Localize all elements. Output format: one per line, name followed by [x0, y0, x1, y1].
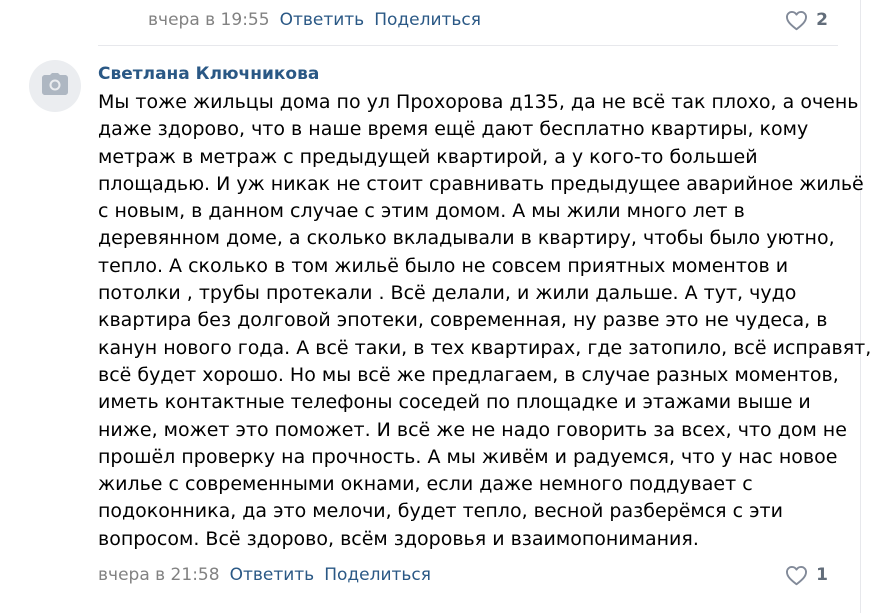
previous-comment-like-count: 2: [816, 10, 828, 30]
comment-like-count: 1: [816, 565, 828, 585]
comment-text-line: деревянном доме, а сколько вкладывали в …: [98, 227, 835, 250]
comment-like-button[interactable]: 1: [785, 561, 828, 589]
page-edge-divider: [860, 0, 875, 613]
comment-divider: [98, 45, 838, 46]
comment-text: Мы тоже жильцы дома по ул Прохорова д135…: [98, 89, 872, 553]
previous-comment-footer: вчера в 19:55 Ответить Поделиться 2: [148, 6, 828, 34]
heart-icon: [785, 10, 808, 31]
camera-icon: [41, 72, 69, 100]
heart-icon: [785, 565, 808, 586]
comment-text-line: всё будет хорошо. Но мы всё же предлагае…: [98, 363, 839, 386]
comment-text-line: подоконника, да это мелочи, будет тепло,…: [98, 500, 783, 523]
comment-text-line: метраж в метраж с предыдущей квартирой, …: [98, 145, 758, 168]
comment-author[interactable]: Светлана Ключникова: [98, 62, 319, 86]
avatar[interactable]: [29, 60, 81, 112]
comment-footer: вчера в 21:58 Ответить Поделиться 1: [98, 561, 828, 589]
comment-text-line: даже здорово, что в наше время ещё дают …: [98, 118, 809, 141]
comment-text-line: с новым, в данном случае с этим домом. А…: [98, 200, 745, 223]
comment-time[interactable]: вчера в 21:58: [98, 565, 220, 585]
comment-text-line: вопросом. Всё здорово, всём здоровья и в…: [98, 527, 699, 550]
comment-text-line: потолки , трубы протекали . Всё делали, …: [98, 282, 797, 305]
comment-text-line: ниже, может это поможет. И всё же не над…: [98, 418, 847, 441]
comment-share-button[interactable]: Поделиться: [324, 565, 431, 585]
comment-text-line: квартира без долговой эпотеки, современн…: [98, 309, 828, 332]
comment-reply-button[interactable]: Ответить: [230, 565, 315, 585]
comment-text-line: иметь контактные телефоны соседей по пло…: [98, 391, 811, 414]
previous-comment-share-button[interactable]: Поделиться: [374, 10, 481, 30]
comment-text-line: площадью. И уж никак не стоит сравнивать…: [98, 172, 864, 195]
previous-comment-like-button[interactable]: 2: [785, 6, 828, 34]
previous-comment-reply-button[interactable]: Ответить: [280, 10, 365, 30]
comment-text-line: жилье с современными окнами, если даже н…: [98, 473, 753, 496]
comment-text-line: прошёл проверку на прочность. А мы живём…: [98, 445, 838, 468]
previous-comment-time[interactable]: вчера в 19:55: [148, 10, 270, 30]
comment-text-line: тепло. А сколько в том жильё было не сов…: [98, 254, 789, 277]
comment-text-line: канун нового года. А всё таки, в тех ква…: [98, 336, 872, 359]
comment-text-line: Мы тоже жильцы дома по ул Прохорова д135…: [98, 91, 859, 113]
